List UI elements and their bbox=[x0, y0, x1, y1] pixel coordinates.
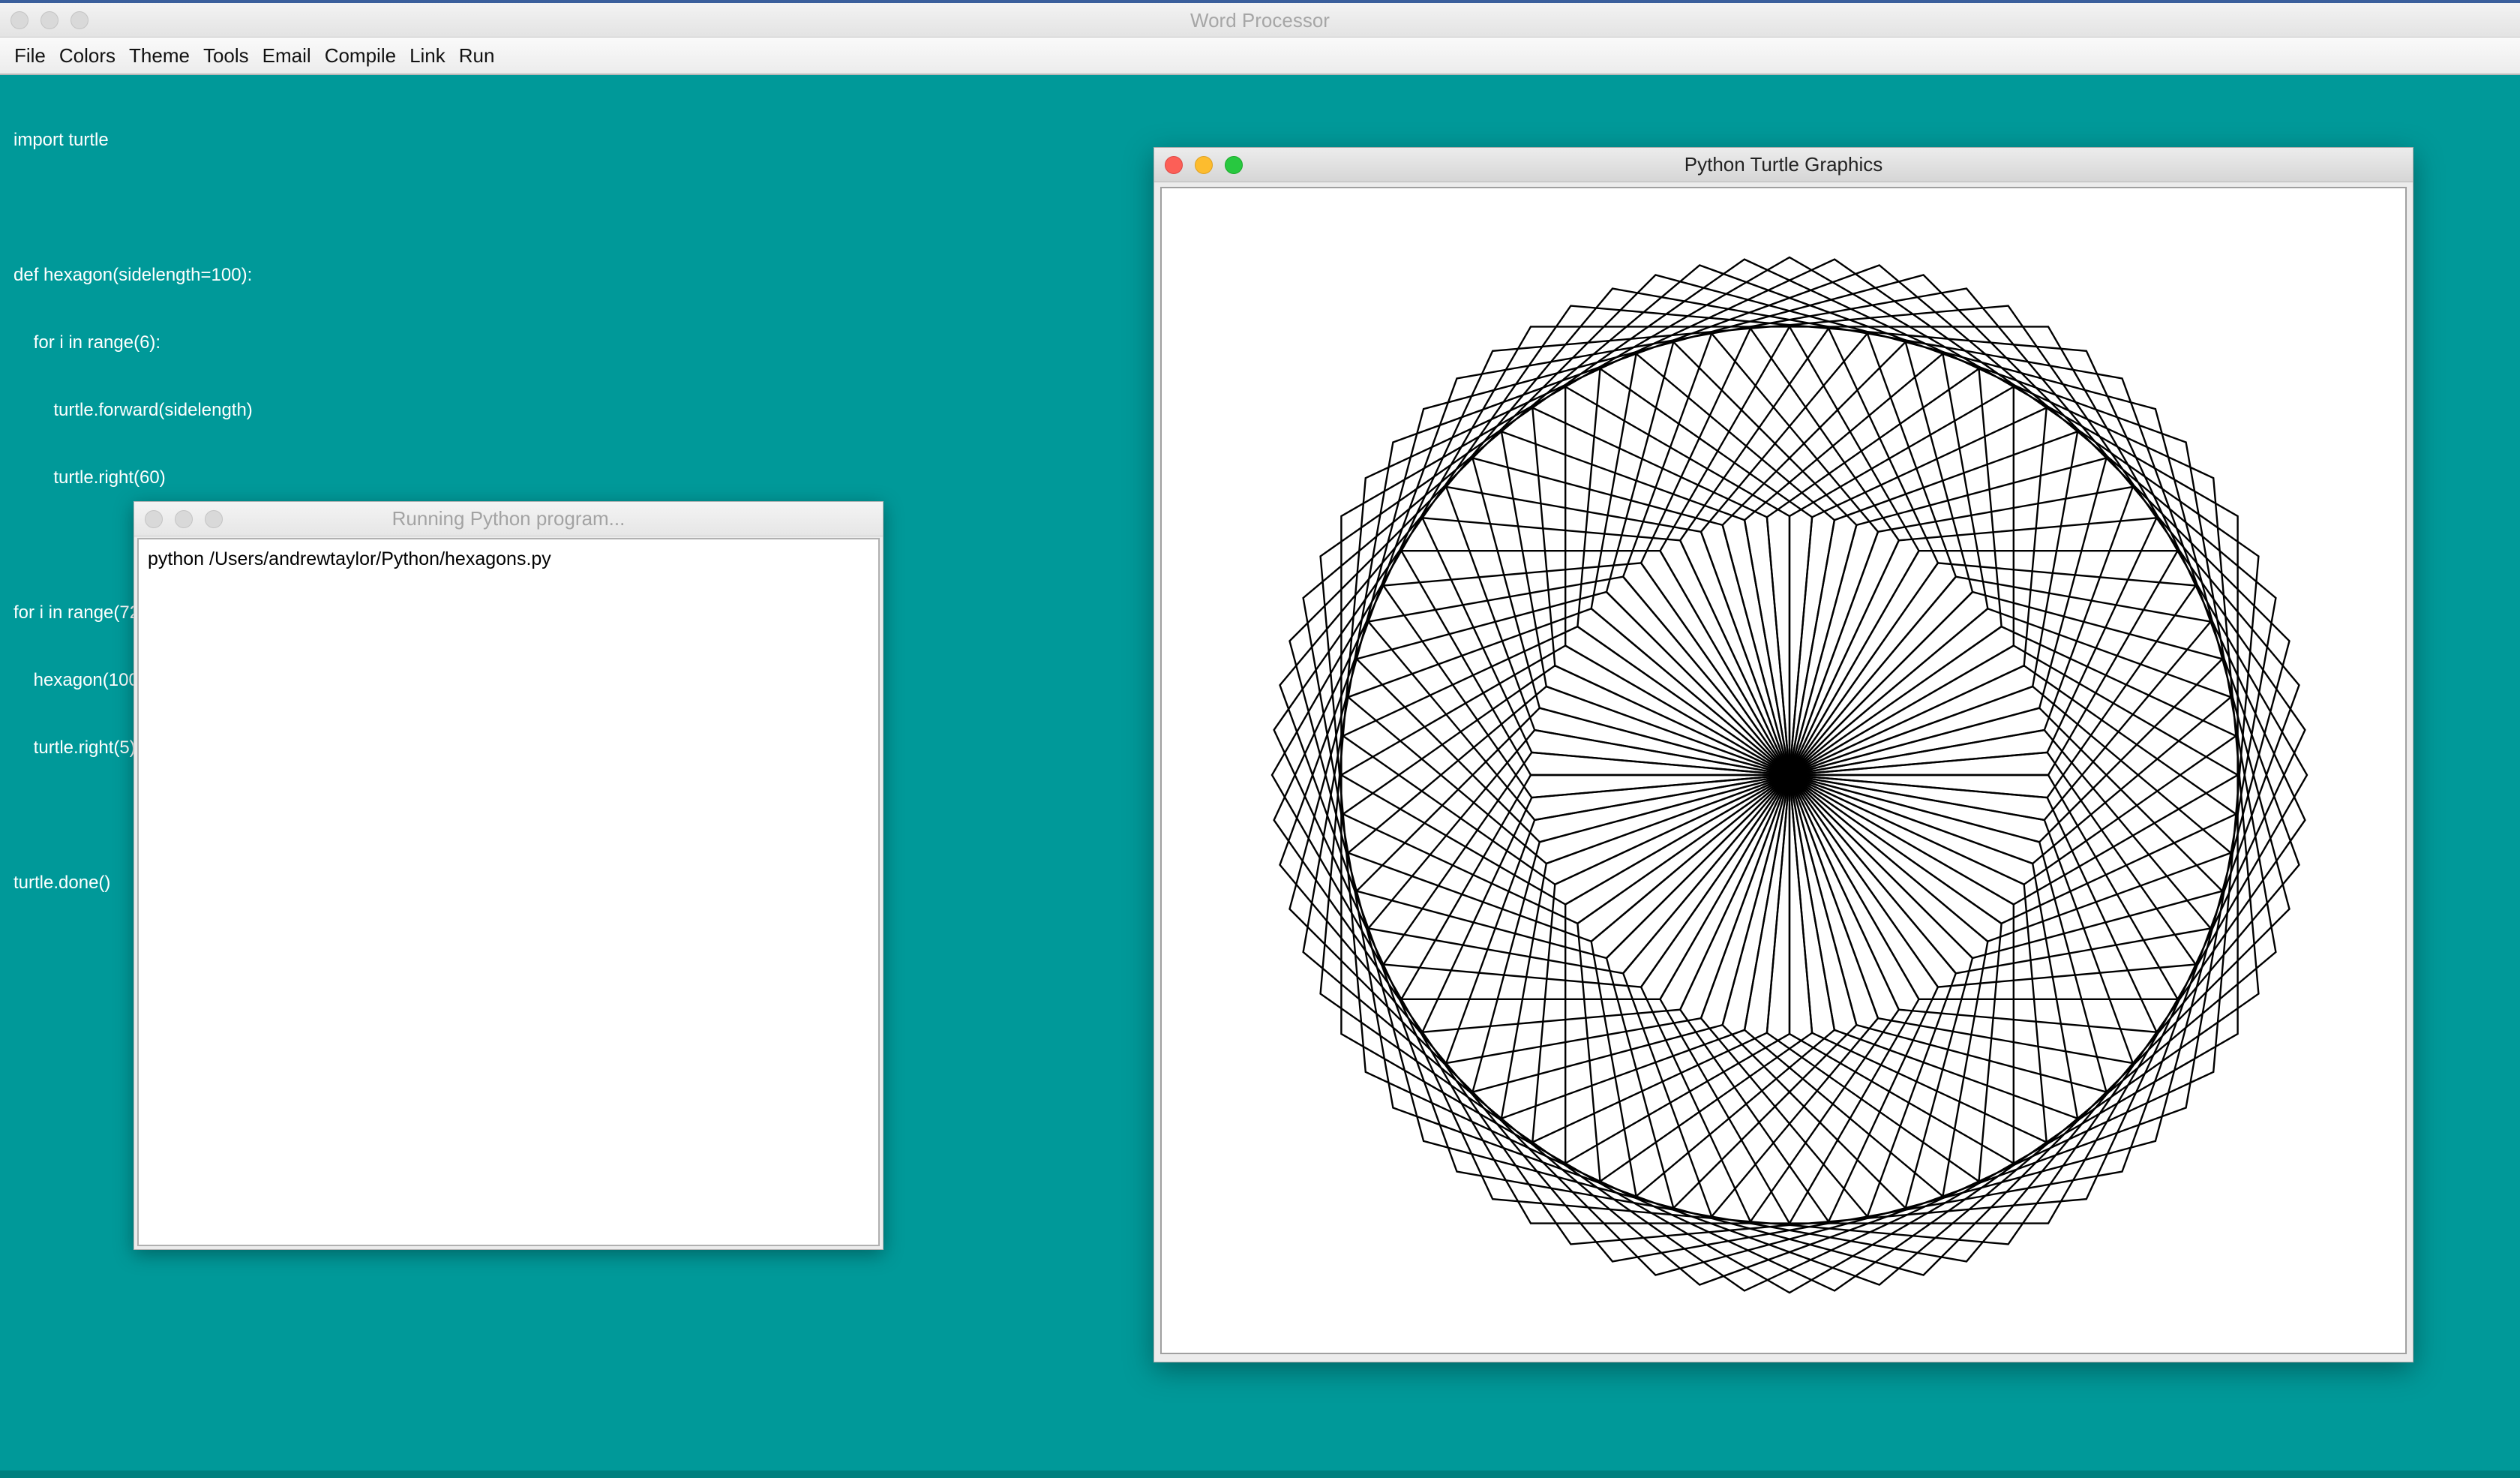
menu-run[interactable]: Run bbox=[452, 44, 502, 68]
menu-link[interactable]: Link bbox=[403, 44, 452, 68]
code-line: turtle.forward(sidelength) bbox=[14, 400, 253, 420]
run-window-titlebar[interactable]: Running Python program... bbox=[134, 502, 883, 536]
code-editor[interactable]: import turtle ​ def hexagon(sidelength=1… bbox=[14, 84, 1064, 893]
window-title: Word Processor bbox=[1190, 9, 1330, 32]
code-line: import turtle bbox=[14, 130, 109, 150]
main-titlebar[interactable]: Word Processor bbox=[0, 0, 2520, 38]
menu-file[interactable]: File bbox=[8, 44, 52, 68]
console-output-area[interactable]: python /Users/andrewtaylor/Python/hexago… bbox=[137, 538, 880, 1246]
turtle-window-title: Python Turtle Graphics bbox=[1684, 153, 1883, 176]
code-line: def hexagon(sidelength=100): bbox=[14, 265, 253, 285]
menu-theme[interactable]: Theme bbox=[122, 44, 196, 68]
code-line: for i in range(6): bbox=[14, 332, 161, 353]
code-line: ​ bbox=[14, 197, 1064, 219]
run-window-title: Running Python program... bbox=[392, 507, 626, 530]
code-line: turtle.right(60) bbox=[14, 467, 166, 488]
turtle-paths bbox=[1270, 256, 2308, 1294]
turtle-window-titlebar[interactable]: Python Turtle Graphics bbox=[1154, 148, 2413, 182]
menu-email[interactable]: Email bbox=[256, 44, 318, 68]
hexagon-spiral-drawing bbox=[1270, 256, 2308, 1294]
menu-compile[interactable]: Compile bbox=[318, 44, 403, 68]
menu-tools[interactable]: Tools bbox=[196, 44, 256, 68]
running-python-window: Running Python program... python /Users/… bbox=[134, 501, 884, 1250]
console-command-text: python /Users/andrewtaylor/Python/hexago… bbox=[148, 548, 551, 569]
turtle-canvas[interactable] bbox=[1160, 187, 2407, 1354]
menubar: File Colors Theme Tools Email Compile Li… bbox=[0, 38, 2520, 75]
window-bottom-edge bbox=[0, 1470, 2520, 1478]
menu-colors[interactable]: Colors bbox=[52, 44, 122, 68]
turtle-graphics-window: Python Turtle Graphics bbox=[1154, 147, 2414, 1362]
